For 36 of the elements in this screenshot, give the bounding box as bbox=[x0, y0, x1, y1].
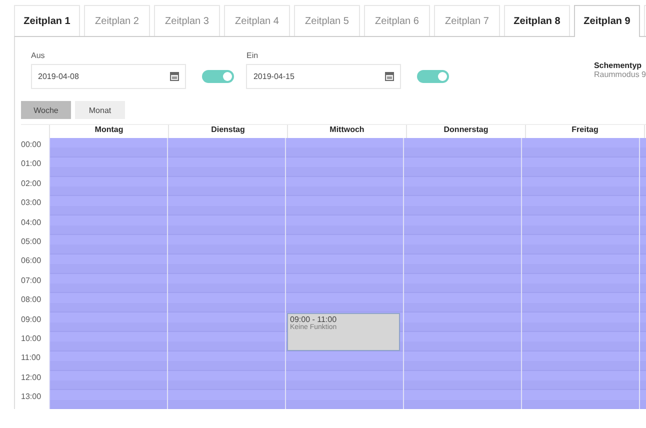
hour-label: 01:00 bbox=[21, 159, 42, 168]
schedule-tab[interactable]: Zeitplan 6 bbox=[364, 5, 430, 36]
schedule-tab[interactable]: Zeitplan 7 bbox=[434, 5, 500, 36]
hour-label: 08:00 bbox=[21, 295, 42, 304]
hour-label: 13:00 bbox=[21, 392, 42, 402]
hour-label: 12:00 bbox=[21, 372, 42, 382]
hour-label: 11:00 bbox=[21, 353, 40, 362]
hour-label: 03:00 bbox=[21, 198, 42, 208]
hour-label: 10:00 bbox=[21, 334, 42, 343]
date-label: Aus bbox=[31, 51, 46, 60]
hour-label: 02:00 bbox=[21, 178, 42, 188]
scheme-type-value: Raummodus 9 bbox=[594, 70, 646, 79]
schedule-tab[interactable]: Zeitplan 3 bbox=[154, 5, 220, 36]
calendar-icon[interactable] bbox=[170, 72, 179, 81]
schedule-tab[interactable]: Zeitplan 2 bbox=[84, 5, 150, 36]
date-field[interactable]: 2019-04-08 bbox=[31, 64, 186, 89]
hour-label: 04:00 bbox=[21, 218, 42, 227]
schedule-tab[interactable]: Zeitplan 9 bbox=[574, 5, 640, 37]
date-label: Ein bbox=[246, 51, 260, 60]
schedule-tab[interactable]: Zeitplan 4 bbox=[224, 5, 290, 36]
view-button[interactable]: Woche bbox=[21, 101, 71, 119]
calendar-icon[interactable] bbox=[385, 72, 394, 81]
hour-label: 00:00 bbox=[21, 140, 42, 149]
schedule-tab[interactable]: Zeitplan 1 bbox=[14, 5, 80, 36]
hour-label: 09:00 bbox=[21, 314, 42, 324]
hour-label: 07:00 bbox=[21, 276, 42, 285]
hour-label: 05:00 bbox=[21, 236, 42, 246]
toggle-switch[interactable] bbox=[417, 70, 450, 83]
schedule-tab[interactable]: Zeitplan 5 bbox=[294, 5, 360, 36]
schedule-tab[interactable]: Zeitplan 8 bbox=[504, 5, 570, 36]
scheme-type-label: Schementyp bbox=[594, 61, 643, 70]
toggle-switch[interactable] bbox=[202, 70, 234, 83]
hour-label: 06:00 bbox=[21, 256, 42, 266]
date-field[interactable]: 2019-04-15 bbox=[246, 64, 402, 89]
view-button[interactable]: Monat bbox=[75, 101, 125, 119]
event-time: 09:00 - 11:00 bbox=[290, 314, 338, 324]
